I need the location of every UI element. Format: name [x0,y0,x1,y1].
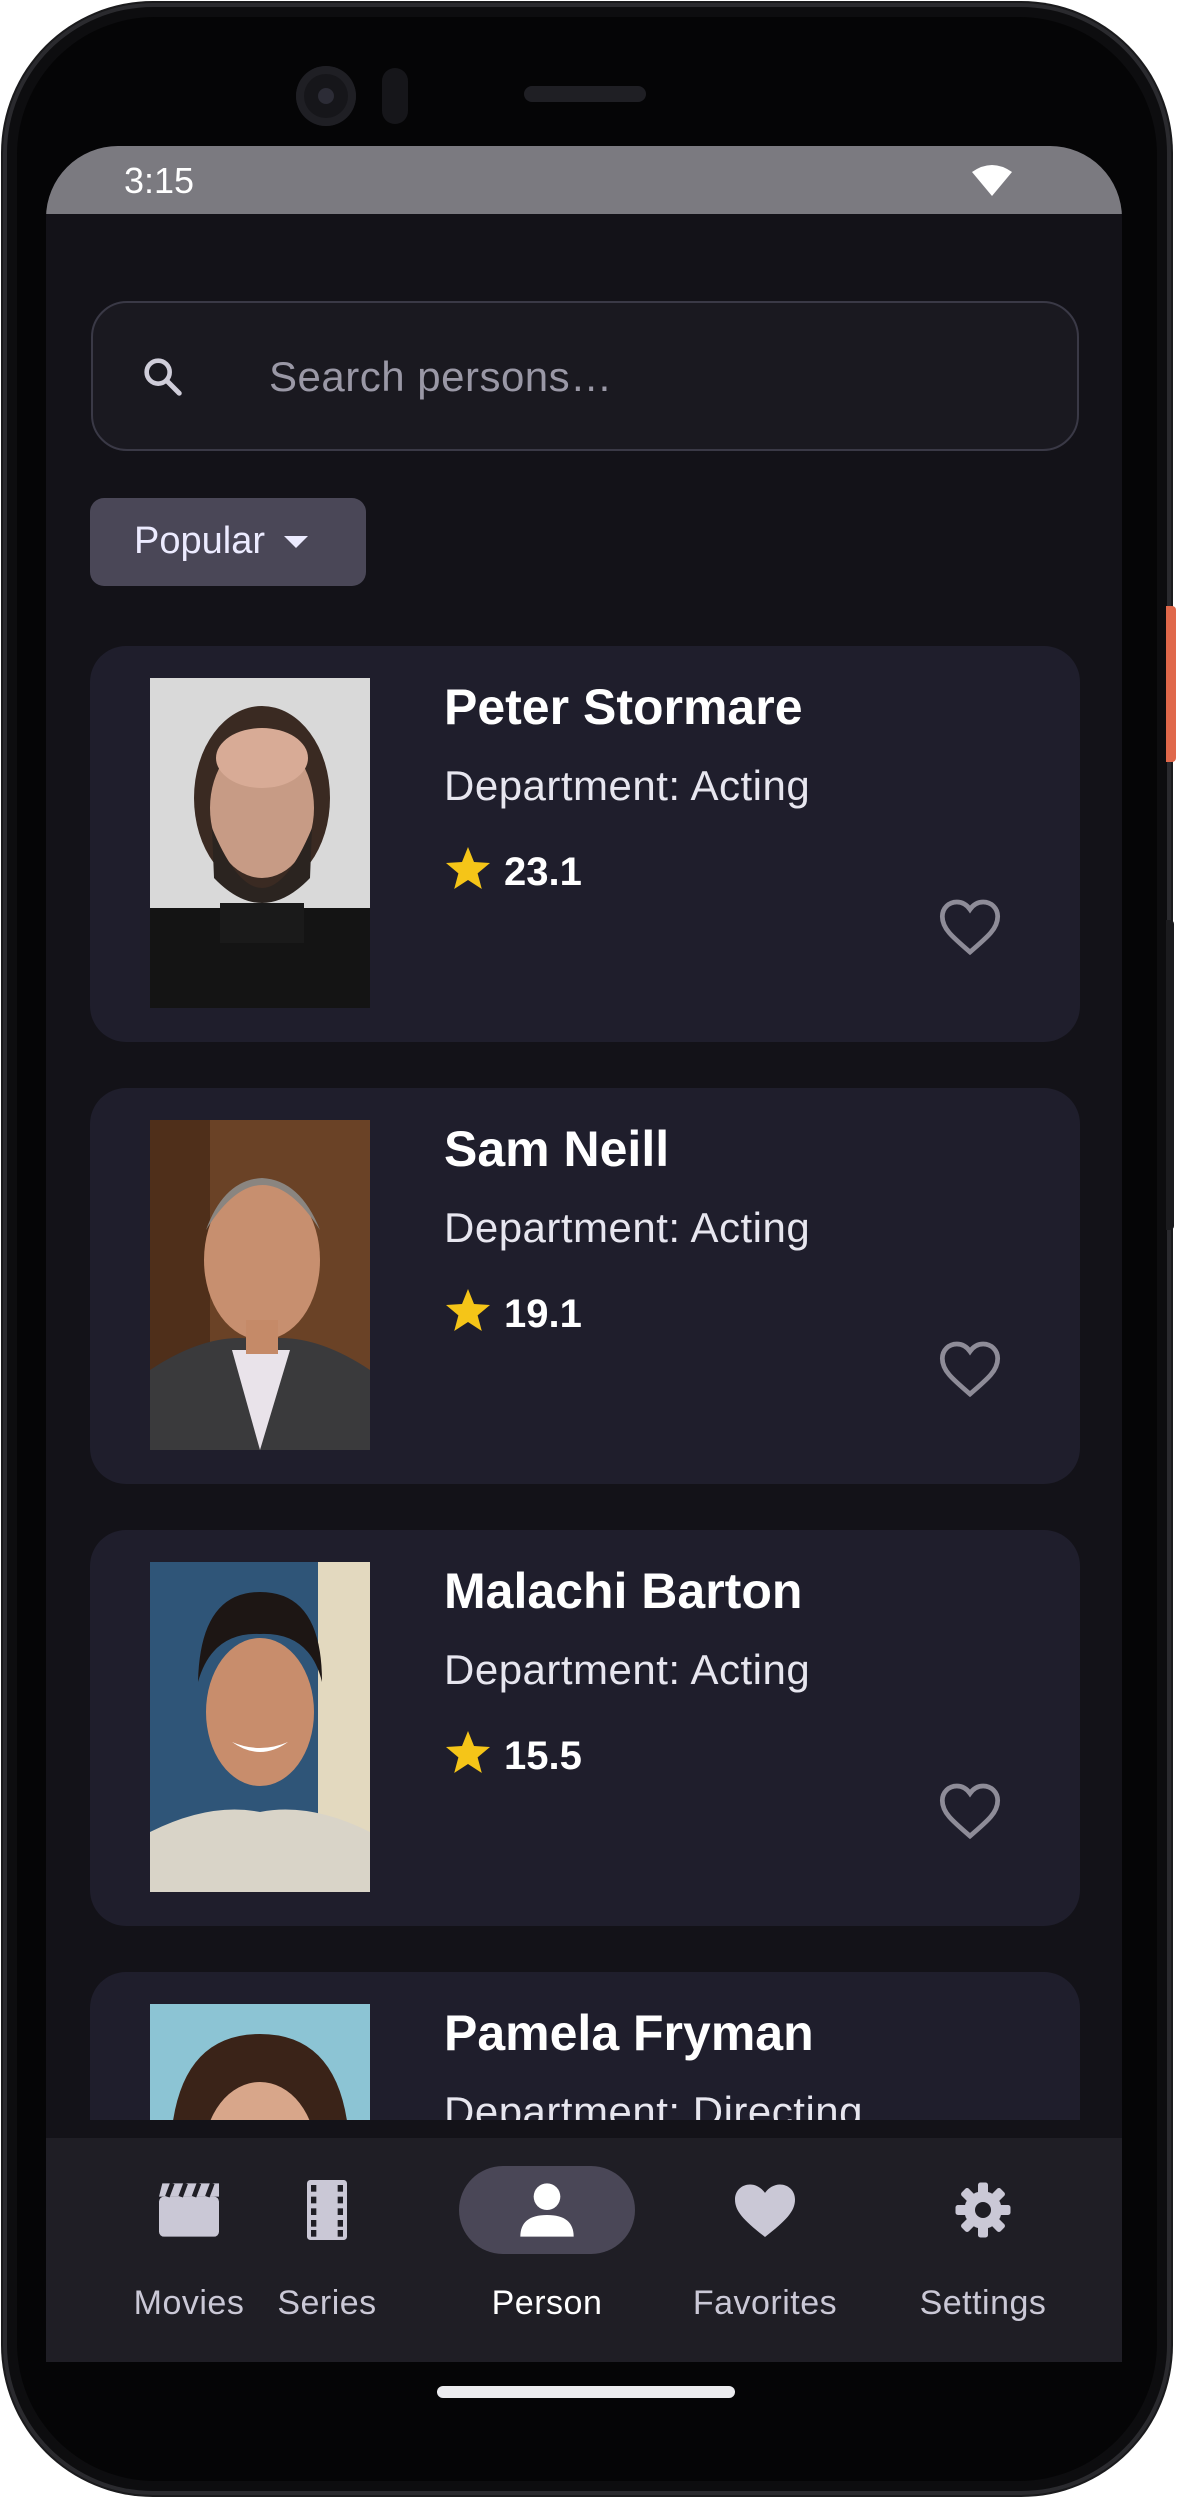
earpiece-speaker [524,86,646,102]
nav-item-person[interactable]: Person [436,2166,636,2322]
person-card[interactable]: Peter Stormare Department: Acting 23.1 [90,646,1080,1042]
sort-filter-dropdown[interactable]: Popular [90,498,366,586]
filter-label: Popular [134,520,265,562]
wifi-icon [972,165,1012,196]
nav-label: Favorites [692,2284,838,2322]
star-icon [446,1289,490,1331]
person-list: Peter Stormare Department: Acting 23.1 S… [90,646,1080,2120]
film-strip-icon [307,2180,347,2240]
heart-icon [735,2184,795,2237]
person-department: Department: Directing [444,2088,863,2120]
front-camera [296,66,356,126]
person-department: Department: Acting [444,1204,811,1251]
person-card[interactable]: Pamela Fryman Department: Directing [90,1972,1080,2120]
search-placeholder: Search persons… [269,353,613,400]
person-photo [150,1562,370,1892]
popularity-value: 19.1 [504,1292,582,1336]
person-photo [150,1120,370,1450]
person-icon [520,2183,574,2237]
nav-label: Person [491,2284,603,2322]
nav-label: Series [277,2284,377,2322]
caret-down-icon [284,536,308,548]
person-photo [150,678,370,1008]
popularity-value: 23.1 [504,850,582,894]
person-photo [150,2004,370,2120]
nav-label: Settings [919,2284,1047,2322]
star-icon [446,847,490,889]
status-bar: 3:15 [46,146,1122,214]
volume-button [1166,920,1174,1230]
status-time: 3:15 [124,160,195,201]
power-button [1166,606,1176,762]
favorite-heart-icon[interactable] [938,1340,1002,1398]
popularity-value: 15.5 [504,1734,582,1778]
bottom-navigation: Movies Series Person Favorites Settings [46,2138,1122,2362]
person-department: Department: Acting [444,1646,811,1693]
person-name: Pamela Fryman [444,2005,814,2061]
favorite-heart-icon[interactable] [938,1782,1002,1840]
person-card[interactable]: Sam Neill Department: Acting 19.1 [90,1088,1080,1484]
nav-item-favorites[interactable]: Favorites [654,2166,854,2322]
person-name: Peter Stormare [444,679,803,735]
star-icon [446,1731,490,1773]
nav-item-settings[interactable]: Settings [872,2166,1072,2322]
proximity-sensor [382,68,408,124]
search-icon [144,358,182,396]
home-indicator[interactable] [437,2386,735,2398]
person-department: Department: Acting [444,762,811,809]
app-screen: 3:15 Search persons… Popular Peter Storm… [46,146,1122,2362]
person-name: Malachi Barton [444,1563,803,1619]
nav-item-series[interactable]: Series [216,2166,416,2322]
gear-icon [955,2182,1011,2238]
search-input[interactable]: Search persons… [91,301,1079,451]
person-name: Sam Neill [444,1121,670,1177]
person-card[interactable]: Malachi Barton Department: Acting 15.5 [90,1530,1080,1926]
favorite-heart-icon[interactable] [938,898,1002,956]
